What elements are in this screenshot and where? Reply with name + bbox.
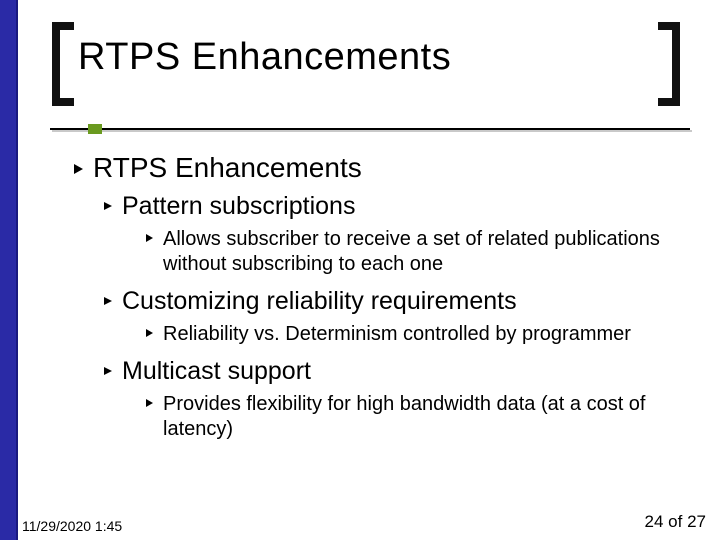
bullet-icon [74, 164, 83, 174]
bullet-icon [146, 234, 153, 242]
body: RTPS Enhancements Pattern subscriptions … [74, 152, 684, 452]
divider-accent-icon [88, 124, 102, 134]
footer-datetime: 11/29/2020 1:45 [22, 518, 122, 534]
outline-item-detail-row: Provides flexibility for high bandwidth … [146, 392, 684, 442]
outline-item: Multicast support [104, 357, 684, 386]
bullet-icon [104, 297, 112, 305]
slide-title: RTPS Enhancements [78, 36, 451, 79]
bullet-icon [146, 399, 153, 407]
divider-shadow [52, 130, 692, 132]
divider-line [50, 128, 690, 130]
outline-heading: RTPS Enhancements [93, 152, 362, 184]
outline-item-detail-row: Allows subscriber to receive a set of re… [146, 227, 684, 277]
outline-item-detail: Reliability vs. Determinism controlled b… [163, 322, 631, 347]
outline-item-detail: Allows subscriber to receive a set of re… [163, 227, 663, 277]
outline-item-detail-row: Reliability vs. Determinism controlled b… [146, 322, 684, 347]
left-stripe [0, 0, 18, 540]
slide: RTPS Enhancements RTPS Enhancements Patt… [0, 0, 720, 540]
outline-item-label: Multicast support [122, 357, 311, 386]
footer-page-number: 24 of 27 [645, 512, 706, 532]
divider [50, 126, 690, 136]
bullet-icon [104, 202, 112, 210]
bullet-icon [104, 367, 112, 375]
bracket-left-icon [52, 22, 74, 106]
bracket-right-icon [658, 22, 680, 106]
title-block: RTPS Enhancements [52, 22, 672, 106]
outline-item-label: Customizing reliability requirements [122, 287, 517, 316]
outline-item-label: Pattern subscriptions [122, 192, 355, 221]
outline-item: Customizing reliability requirements [104, 287, 684, 316]
outline-item-detail: Provides flexibility for high bandwidth … [163, 392, 663, 442]
outline-heading-row: RTPS Enhancements [74, 152, 684, 184]
outline-item: Pattern subscriptions [104, 192, 684, 221]
bullet-icon [146, 329, 153, 337]
